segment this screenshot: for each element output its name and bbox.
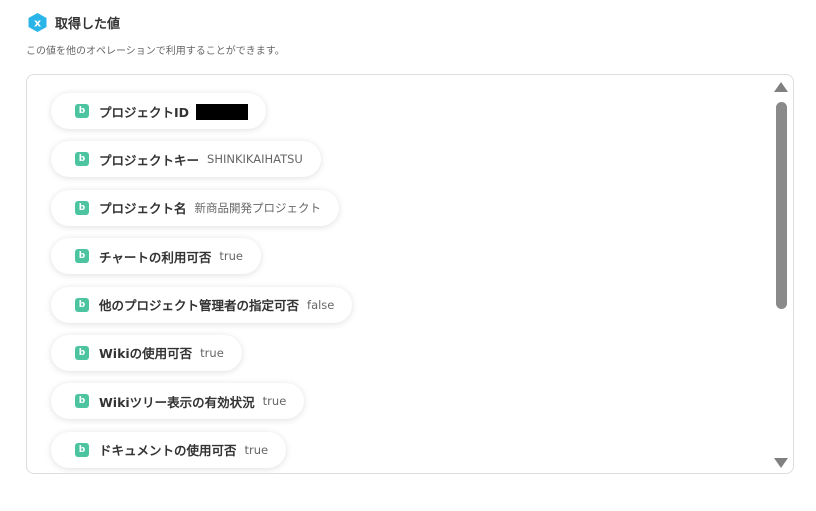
backlog-badge-icon: b: [75, 442, 89, 457]
backlog-badge-icon: b: [75, 249, 89, 264]
value-text: SHINKIKAIHATSU: [207, 152, 303, 167]
backlog-badge-icon: b: [75, 345, 89, 360]
scroll-down-arrow-icon[interactable]: [774, 458, 788, 468]
value-chip-project-id[interactable]: b プロジェクトID: [51, 93, 267, 129]
value-label: ドキュメントの使用可否: [99, 443, 237, 459]
values-panel: b プロジェクトID b プロジェクトキー SHINKIKAIHATSU b プ…: [26, 74, 794, 474]
scroll-up-arrow-icon[interactable]: [774, 82, 788, 92]
backlog-badge-icon: b: [75, 104, 89, 118]
value-text: true: [244, 442, 269, 457]
backlog-badge-icon: b: [75, 297, 89, 312]
value-chip-document-enabled[interactable]: b ドキュメントの使用可否 true: [51, 431, 287, 468]
scrollbar-thumb[interactable]: [776, 102, 787, 309]
value-chip-project-name[interactable]: b プロジェクト名 新商品開発プロジェクト: [51, 189, 340, 226]
x-hexagon-icon: x: [27, 12, 48, 33]
value-label: プロジェクトID: [99, 104, 190, 120]
section-header: x 取得した値: [27, 11, 120, 33]
values-list: b プロジェクトID b プロジェクトキー SHINKIKAIHATSU b プ…: [51, 93, 353, 473]
value-chip-chart-enabled[interactable]: b チャートの利用可否 true: [51, 238, 261, 275]
section-title: 取得した値: [55, 16, 121, 32]
value-text: true: [262, 394, 287, 409]
value-text: 新商品開発プロジェクト: [194, 200, 322, 215]
value-label: 他のプロジェクト管理者の指定可否: [99, 298, 300, 314]
value-text: true: [200, 345, 224, 360]
backlog-badge-icon: b: [75, 200, 89, 215]
value-label: チャートの利用可否: [99, 249, 212, 265]
header-icon-letter: x: [34, 16, 41, 29]
value-label: プロジェクト名: [99, 201, 187, 217]
value-chip-wiki-enabled[interactable]: b Wikiの使用可否 true: [51, 334, 242, 371]
value-chip-project-key[interactable]: b プロジェクトキー SHINKIKAIHATSU: [51, 141, 321, 178]
redacted-value: [196, 103, 249, 120]
value-text: false: [307, 297, 335, 312]
value-label: Wikiの使用可否: [99, 346, 193, 362]
scrollbar[interactable]: [769, 75, 793, 473]
value-label: プロジェクトキー: [99, 152, 200, 168]
backlog-badge-icon: b: [75, 394, 89, 409]
backlog-badge-icon: b: [75, 152, 89, 167]
value-label: Wikiツリー表示の有効状況: [99, 394, 255, 410]
value-text: true: [219, 249, 243, 264]
value-chip-wiki-tree-enabled[interactable]: b Wikiツリー表示の有効状況 true: [51, 383, 305, 420]
value-chip-project-admin-assignable[interactable]: b 他のプロジェクト管理者の指定可否 false: [51, 286, 353, 323]
section-subtitle: この値を他のオペレーションで利用することができます。: [26, 46, 285, 57]
